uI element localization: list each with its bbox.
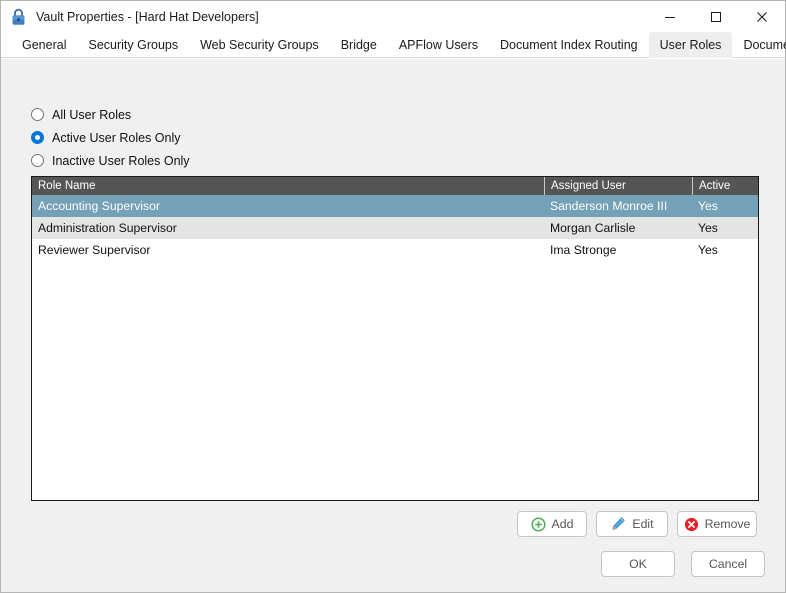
cancel-button[interactable]: Cancel	[691, 551, 765, 577]
cell-assigned-user: Morgan Carlisle	[550, 221, 636, 235]
ok-button-label: OK	[629, 557, 647, 571]
cell-active: Yes	[698, 243, 718, 257]
window-title: Vault Properties - [Hard Hat Developers]	[36, 9, 259, 24]
close-button[interactable]	[739, 1, 785, 32]
tab-label: APFlow Users	[398, 38, 479, 52]
vault-properties-dialog: Vault Properties - [Hard Hat Developers]	[0, 0, 786, 593]
column-header-active[interactable]: Active	[692, 177, 758, 195]
tab-label: General	[22, 38, 67, 52]
tab-label: Web Security Groups	[200, 38, 319, 52]
radio-mark	[31, 131, 44, 144]
radio-label: Inactive User Roles Only	[52, 153, 190, 168]
remove-button[interactable]: Remove	[677, 511, 757, 537]
tab-user-roles[interactable]: User Roles	[648, 32, 733, 58]
close-icon	[757, 11, 767, 22]
table-row[interactable]: Accounting Supervisor Sanderson Monroe I…	[32, 195, 758, 217]
cell-active: Yes	[698, 221, 718, 235]
cell-assigned-user: Ima Stronge	[550, 243, 617, 257]
tab-document-publishing[interactable]: Document Publishing	[732, 32, 786, 58]
tab-label: Security Groups	[88, 38, 179, 52]
column-header-assigned-user[interactable]: Assigned User	[544, 177, 692, 195]
cell-assigned-user: Sanderson Monroe III	[550, 199, 668, 213]
radio-inactive-user-roles-only[interactable]: Inactive User Roles Only	[31, 149, 190, 172]
radio-all-user-roles[interactable]: All User Roles	[31, 103, 190, 126]
tab-bridge[interactable]: Bridge	[330, 32, 388, 58]
cell-role-name: Administration Supervisor	[38, 221, 177, 235]
radio-label: Active User Roles Only	[52, 130, 181, 145]
maximize-icon	[711, 11, 721, 22]
radio-active-user-roles-only[interactable]: Active User Roles Only	[31, 126, 190, 149]
tab-label: User Roles	[659, 38, 722, 52]
tab-general[interactable]: General	[11, 32, 77, 58]
list-header-row: Role Name Assigned User Active	[32, 177, 758, 195]
remove-button-label: Remove	[704, 517, 751, 531]
circle-x-icon	[684, 517, 698, 531]
radio-label: All User Roles	[52, 107, 132, 122]
tab-web-security-groups[interactable]: Web Security Groups	[189, 32, 330, 58]
column-header-label: Assigned User	[551, 180, 626, 192]
user-roles-list[interactable]: Role Name Assigned User Active Accountin…	[31, 176, 759, 501]
cell-active: Yes	[698, 199, 718, 213]
add-button[interactable]: Add	[517, 511, 587, 537]
pencil-icon	[612, 517, 626, 530]
lock-icon	[12, 8, 25, 25]
radio-mark	[31, 108, 44, 121]
tab-document-index-routing[interactable]: Document Index Routing	[489, 32, 649, 58]
window-controls	[647, 1, 785, 32]
title-bar: Vault Properties - [Hard Hat Developers]	[1, 1, 785, 32]
minimize-button[interactable]	[647, 1, 693, 32]
user-roles-filter-group: All User Roles Active User Roles Only In…	[31, 103, 190, 172]
cancel-button-label: Cancel	[708, 557, 748, 571]
list-action-buttons: Add Edit Remove	[517, 511, 757, 537]
column-header-label: Role Name	[38, 180, 96, 192]
table-row[interactable]: Reviewer Supervisor Ima Stronge Yes	[32, 239, 758, 261]
tab-security-groups[interactable]: Security Groups	[77, 32, 189, 58]
radio-mark	[31, 154, 44, 167]
edit-button-label: Edit	[632, 517, 654, 531]
cell-role-name: Reviewer Supervisor	[38, 243, 151, 257]
table-row[interactable]: Administration Supervisor Morgan Carlisl…	[32, 217, 758, 239]
tab-label: Document Publishing	[743, 38, 786, 52]
title-bar-left: Vault Properties - [Hard Hat Developers]	[1, 8, 647, 26]
ok-button[interactable]: OK	[601, 551, 675, 577]
column-header-role-name[interactable]: Role Name	[32, 177, 544, 195]
tab-label: Bridge	[340, 38, 377, 52]
tab-strip: General Security Groups Web Security Gro…	[1, 32, 786, 58]
tab-panel-user-roles: All User Roles Active User Roles Only In…	[1, 58, 785, 592]
tab-label: Document Index Routing	[500, 38, 638, 52]
add-button-label: Add	[551, 517, 574, 531]
dialog-footer-buttons: OK Cancel	[601, 551, 765, 577]
minimize-icon	[665, 16, 675, 18]
circle-plus-icon	[530, 516, 546, 532]
maximize-button[interactable]	[693, 1, 739, 32]
cell-role-name: Accounting Supervisor	[38, 199, 160, 213]
tab-apflow-users[interactable]: APFlow Users	[388, 32, 489, 58]
edit-button[interactable]: Edit	[596, 511, 668, 537]
column-header-label: Active	[699, 180, 731, 192]
